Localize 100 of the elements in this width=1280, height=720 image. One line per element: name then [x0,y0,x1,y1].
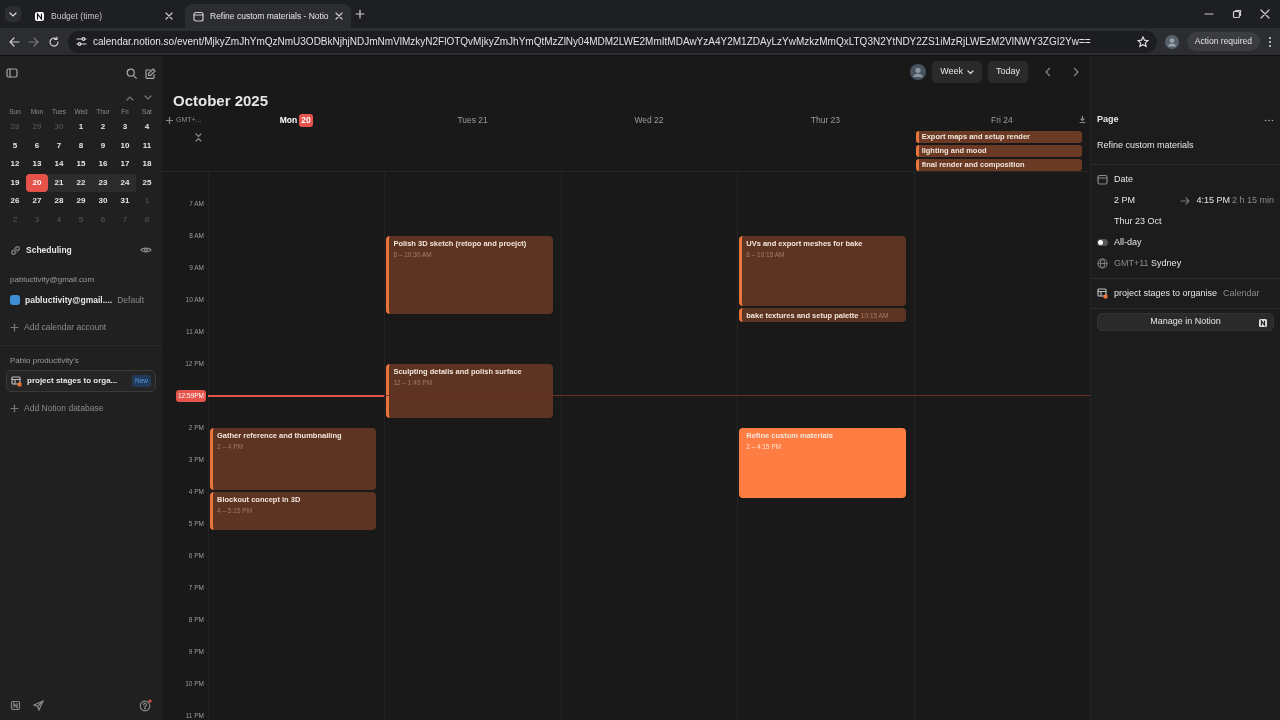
date-cell[interactable]: 5 [4,136,26,155]
date-cell[interactable]: 20 [26,173,48,192]
date-cell[interactable]: 8 [70,136,92,155]
link-icon [10,244,21,256]
day-header[interactable]: Thur 23 [737,114,914,127]
send-icon[interactable] [33,699,44,711]
date-cell[interactable]: 7 [48,136,70,155]
date-cell[interactable]: 1 [70,118,92,137]
caret-icon [966,69,974,75]
add-database-button[interactable]: Add Notion database [6,392,156,424]
account-heading: pabluctivity@gmail.com [10,274,95,286]
date-cell[interactable]: 26 [4,192,26,211]
month-title: October 2025 [173,92,269,109]
next-icon[interactable] [1073,67,1080,77]
date-cell[interactable]: 3 [114,118,136,137]
date-cell[interactable]: 28 [48,192,70,211]
date-cell[interactable]: 12 [4,155,26,174]
database-icon [1097,288,1108,299]
date-cell[interactable]: 6 [26,136,48,155]
search-icon[interactable] [126,67,137,79]
date-cell[interactable]: 29 [70,192,92,211]
all-day-label: All-day [1114,235,1142,249]
start-time[interactable]: 2 PM [1114,193,1135,208]
profile-status-button[interactable]: Action required [1186,32,1260,51]
tab-search-icon[interactable] [4,5,22,23]
date-cell[interactable]: 23 [92,173,114,192]
date-cell[interactable]: 14 [48,155,70,174]
day-header[interactable]: Wed 22 [560,114,738,127]
view-dropdown[interactable]: Week [932,61,982,83]
workspace-heading: Pablo productivity's [10,355,79,367]
day-header[interactable]: Tues 21 [384,114,561,127]
browser-tab[interactable]: Refine custom materials - Notio [185,4,351,28]
date-cell[interactable]: 17 [114,155,136,174]
end-time[interactable]: 4:15 PM [1196,193,1230,208]
date-cell[interactable]: 16 [92,155,114,174]
date-cell[interactable]: 19 [4,173,26,192]
restore-icon[interactable] [1232,9,1242,19]
previous-icon[interactable] [1044,67,1051,77]
eye-icon[interactable] [140,246,152,254]
database-name: project stages to orga... [27,375,118,387]
date-cell[interactable]: 27 [26,192,48,211]
date-cell[interactable]: 15 [70,155,92,174]
date-cell[interactable]: 25 [136,173,158,192]
plus-icon [10,403,19,413]
date-cell[interactable]: 22 [70,173,92,192]
calendar-account[interactable]: pabluctivity@gmail.... Default [6,289,156,311]
scheduling-link[interactable]: Scheduling [26,243,72,257]
avatar-icon[interactable] [1164,34,1179,49]
calendar-color-icon[interactable] [10,295,20,305]
close-icon[interactable] [165,12,173,20]
address-bar[interactable]: calendar.notion.so/event/MjkyZmJhYmQzNmU3ODBkNjhjNDJmNmVlMzkyN2FlOTQvMjkyZmJhYmQtMzZlNy04MDM2LWE2MmItMDAwYzA4Y2M1ZDAyLzYwMzkzMmQxLTQ3N2YtNDY2ZS1iMzRjLWEzM2VlNWY3ZGI2Yw== [68,30,1157,53]
forward-icon [28,35,40,48]
url-text: calendar.notion.so/event/MjkyZmJhYmQzNmU3ODBkNjhjNDJmNmVlMzkyN2FlOTQvMjkyZmJhYmQtMzZlNy04MDM2LWE2MmItMDAwYzA4Y2M1ZDAyLzYwMzkzMmQxLTQ3N2YtNDY2ZS1iMzRjLWEzM2VlNWY3ZGI2Yw== [93,35,1092,49]
more-icon[interactable] [1268,35,1272,48]
chevron-up-icon[interactable] [126,95,134,101]
date-cell[interactable]: 24 [114,173,136,192]
duration-text: 2 h 15 min [1231,193,1274,207]
sidebar-toggle-icon[interactable] [6,68,18,78]
add-calendar-account-button[interactable]: Add calendar account [6,311,156,343]
database-name[interactable]: project stages to organise [1114,286,1218,301]
timezone-selector[interactable]: GMT+11 Sydney [1114,256,1182,271]
browser-tab[interactable]: Budget (time) [26,4,181,28]
new-tab-icon[interactable] [354,9,365,19]
page-title[interactable]: Refine custom materials [1097,139,1194,153]
database-type: Calendar [1223,286,1260,300]
manage-in-notion-button[interactable]: Manage in Notion [1097,313,1274,331]
date-cell[interactable]: 21 [48,173,70,192]
date-cell[interactable]: 31 [114,192,136,211]
calendar-icon [193,10,204,22]
day-header[interactable]: Fri 24 [913,114,1091,127]
star-icon[interactable] [1136,35,1149,48]
chevron-down-icon[interactable] [144,95,152,101]
more-icon[interactable] [1264,118,1274,122]
help-icon[interactable] [139,698,152,712]
expand-icon[interactable] [195,133,202,142]
compose-icon[interactable] [145,67,156,79]
collapse-icon[interactable] [1079,116,1087,124]
avatar-icon[interactable] [910,64,927,80]
date-cell[interactable]: 10 [114,136,136,155]
date-cell[interactable]: 13 [26,155,48,174]
plus-icon[interactable] [166,117,173,124]
today-button[interactable]: Today [987,61,1028,83]
reload-icon[interactable] [48,35,60,48]
day-header[interactable]: Mon 20 [208,114,385,127]
date-value[interactable]: Thur 23 Oct [1114,214,1162,229]
default-tag: Default [117,293,145,307]
all-day-toggle[interactable] [1097,239,1108,246]
close-icon[interactable] [1260,9,1270,19]
date-cell[interactable]: 9 [92,136,114,155]
plus-icon [10,322,19,332]
close-icon[interactable] [334,12,343,20]
panel-heading: Page [1097,113,1119,127]
date-cell[interactable]: 18 [136,155,158,174]
date-cell[interactable]: 4 [136,118,158,137]
site-settings-icon[interactable] [76,36,87,47]
back-icon[interactable] [8,35,20,48]
date-cell[interactable]: 2 [92,118,114,137]
date-cell[interactable]: 11 [136,136,158,155]
globe-icon [1097,258,1108,269]
date-cell[interactable]: 30 [92,192,114,211]
